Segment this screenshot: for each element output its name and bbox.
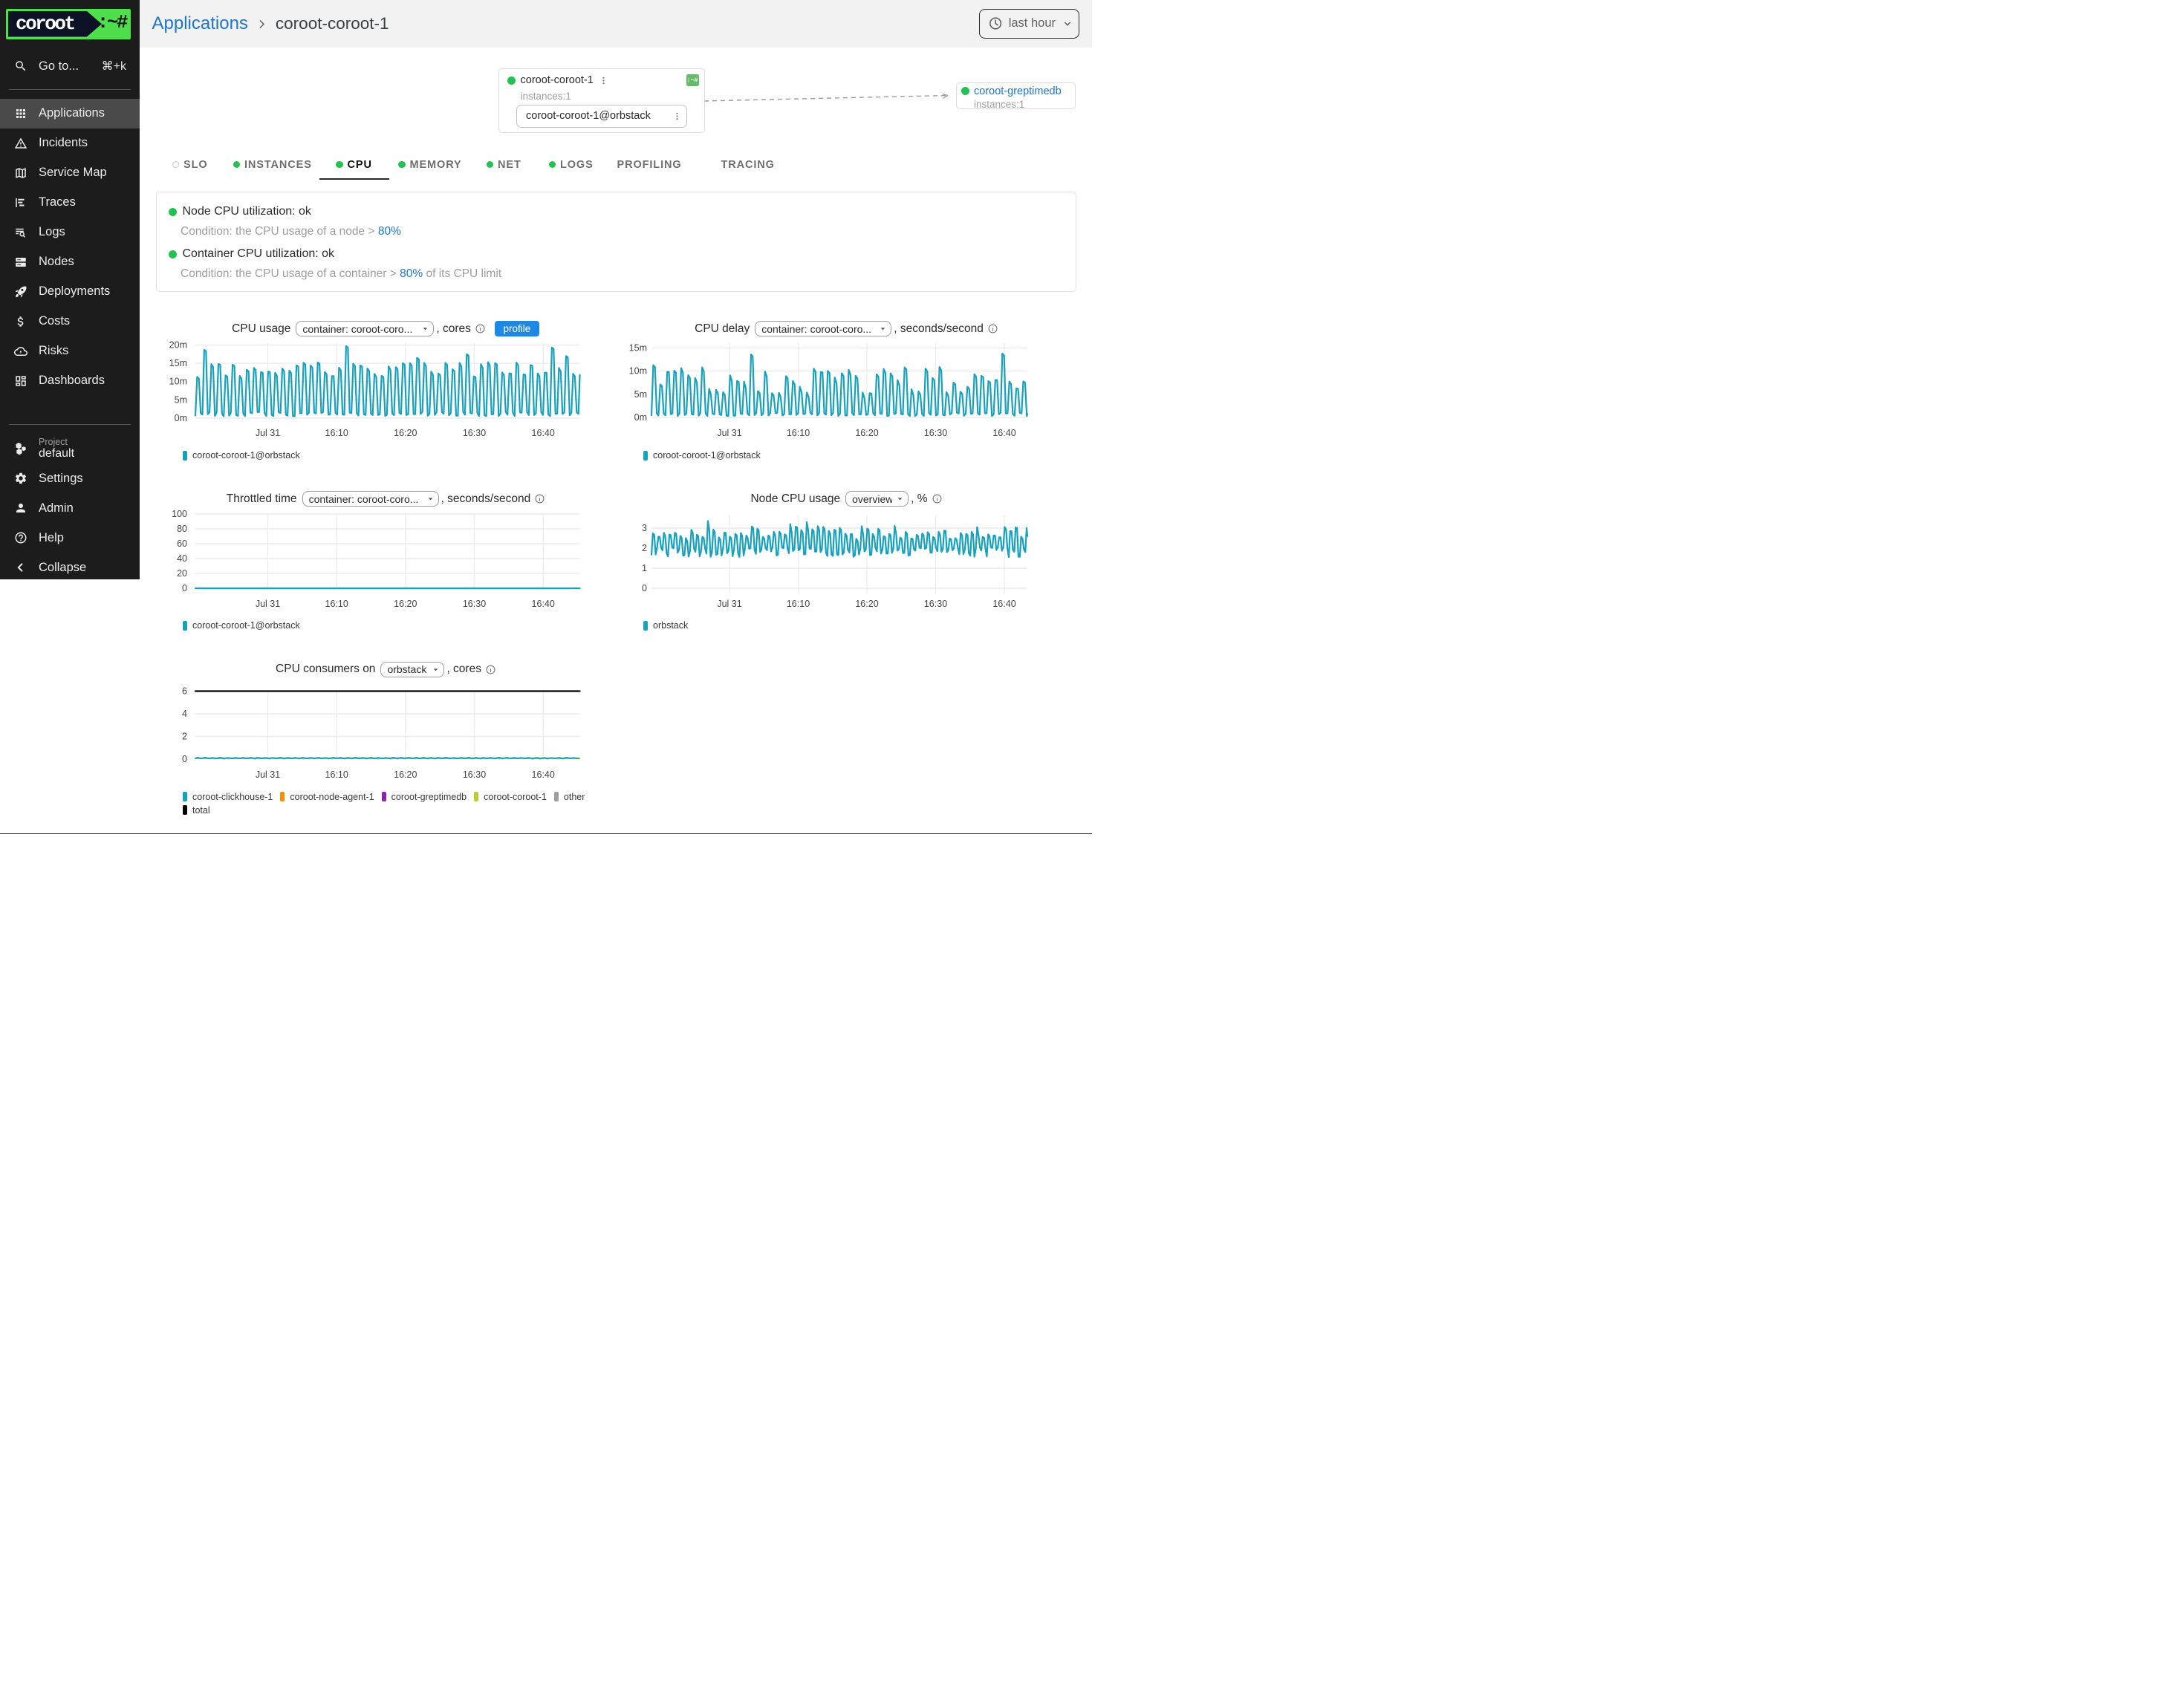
svg-text:40: 40 bbox=[177, 553, 187, 564]
svg-text:16:20: 16:20 bbox=[394, 769, 417, 780]
svg-text:16:30: 16:30 bbox=[924, 428, 947, 438]
svg-text:15m: 15m bbox=[629, 343, 647, 354]
svg-text:2: 2 bbox=[642, 543, 647, 553]
svg-text:20: 20 bbox=[177, 568, 187, 579]
svg-text:0: 0 bbox=[642, 583, 647, 593]
svg-text:Jul 31: Jul 31 bbox=[256, 428, 280, 438]
svg-text:Jul 31: Jul 31 bbox=[256, 599, 280, 609]
svg-text:0m: 0m bbox=[634, 412, 647, 423]
svg-text:60: 60 bbox=[177, 538, 187, 549]
svg-text:5m: 5m bbox=[634, 389, 647, 400]
svg-text:16:30: 16:30 bbox=[463, 599, 486, 609]
svg-text:0: 0 bbox=[182, 583, 187, 593]
svg-text:15m: 15m bbox=[169, 358, 187, 368]
svg-text:16:10: 16:10 bbox=[325, 599, 348, 609]
svg-text:16:10: 16:10 bbox=[325, 769, 348, 780]
svg-text:10m: 10m bbox=[169, 377, 187, 387]
svg-text:2: 2 bbox=[182, 732, 187, 742]
svg-text:16:10: 16:10 bbox=[787, 428, 810, 438]
svg-text:5m: 5m bbox=[175, 394, 187, 405]
svg-text:16:20: 16:20 bbox=[855, 599, 878, 609]
svg-text:16:40: 16:40 bbox=[532, 769, 555, 780]
svg-text:16:20: 16:20 bbox=[394, 428, 417, 438]
svg-text:Jul 31: Jul 31 bbox=[717, 428, 741, 438]
svg-text:16:40: 16:40 bbox=[992, 428, 1015, 438]
svg-text:16:30: 16:30 bbox=[463, 769, 486, 780]
svg-text:16:30: 16:30 bbox=[924, 599, 947, 609]
svg-text:Jul 31: Jul 31 bbox=[256, 769, 280, 780]
svg-text:Jul 31: Jul 31 bbox=[717, 599, 741, 609]
svg-text:0m: 0m bbox=[175, 413, 187, 423]
svg-text:16:40: 16:40 bbox=[532, 599, 555, 609]
svg-text:16:20: 16:20 bbox=[855, 428, 878, 438]
svg-text:16:30: 16:30 bbox=[463, 428, 486, 438]
svg-text:16:40: 16:40 bbox=[532, 428, 555, 438]
svg-text:16:20: 16:20 bbox=[394, 599, 417, 609]
svg-text:20m: 20m bbox=[169, 340, 187, 351]
svg-text:16:40: 16:40 bbox=[992, 599, 1015, 609]
svg-text:80: 80 bbox=[177, 524, 187, 534]
svg-text:4: 4 bbox=[182, 709, 187, 719]
svg-text:6: 6 bbox=[182, 686, 187, 697]
svg-text:0: 0 bbox=[182, 754, 187, 764]
svg-text:1: 1 bbox=[642, 563, 647, 573]
svg-text:10m: 10m bbox=[629, 366, 647, 377]
svg-text:3: 3 bbox=[642, 523, 647, 533]
svg-text:16:10: 16:10 bbox=[787, 599, 810, 609]
svg-text:100: 100 bbox=[172, 509, 187, 519]
svg-text:16:10: 16:10 bbox=[325, 428, 348, 438]
